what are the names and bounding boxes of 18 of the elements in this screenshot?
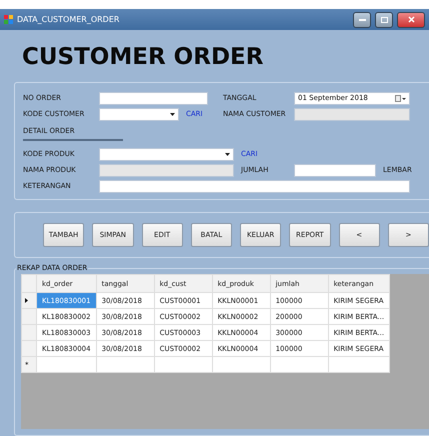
form-heading: CUSTOMER ORDER [22, 44, 264, 70]
close-icon [408, 16, 414, 23]
maximize-button[interactable] [375, 12, 393, 28]
minimize-icon [358, 18, 366, 21]
row-header [22, 274, 36, 292]
dropdown-arrow-icon[interactable] [170, 112, 175, 116]
window-title: DATA_CUSTOMER_ORDER [17, 15, 120, 24]
quantity-field[interactable] [294, 164, 376, 176]
notes-field[interactable] [99, 180, 410, 192]
calendar-icon[interactable] [395, 94, 406, 102]
app-icon [4, 15, 13, 24]
current-row-icon [25, 298, 28, 302]
minimize-button[interactable] [353, 12, 371, 28]
dropdown-arrow-icon[interactable] [225, 152, 230, 156]
no-order-field[interactable] [99, 92, 208, 104]
close-button[interactable] [397, 12, 425, 28]
maximize-icon [380, 16, 388, 22]
row-header[interactable] [22, 292, 36, 308]
